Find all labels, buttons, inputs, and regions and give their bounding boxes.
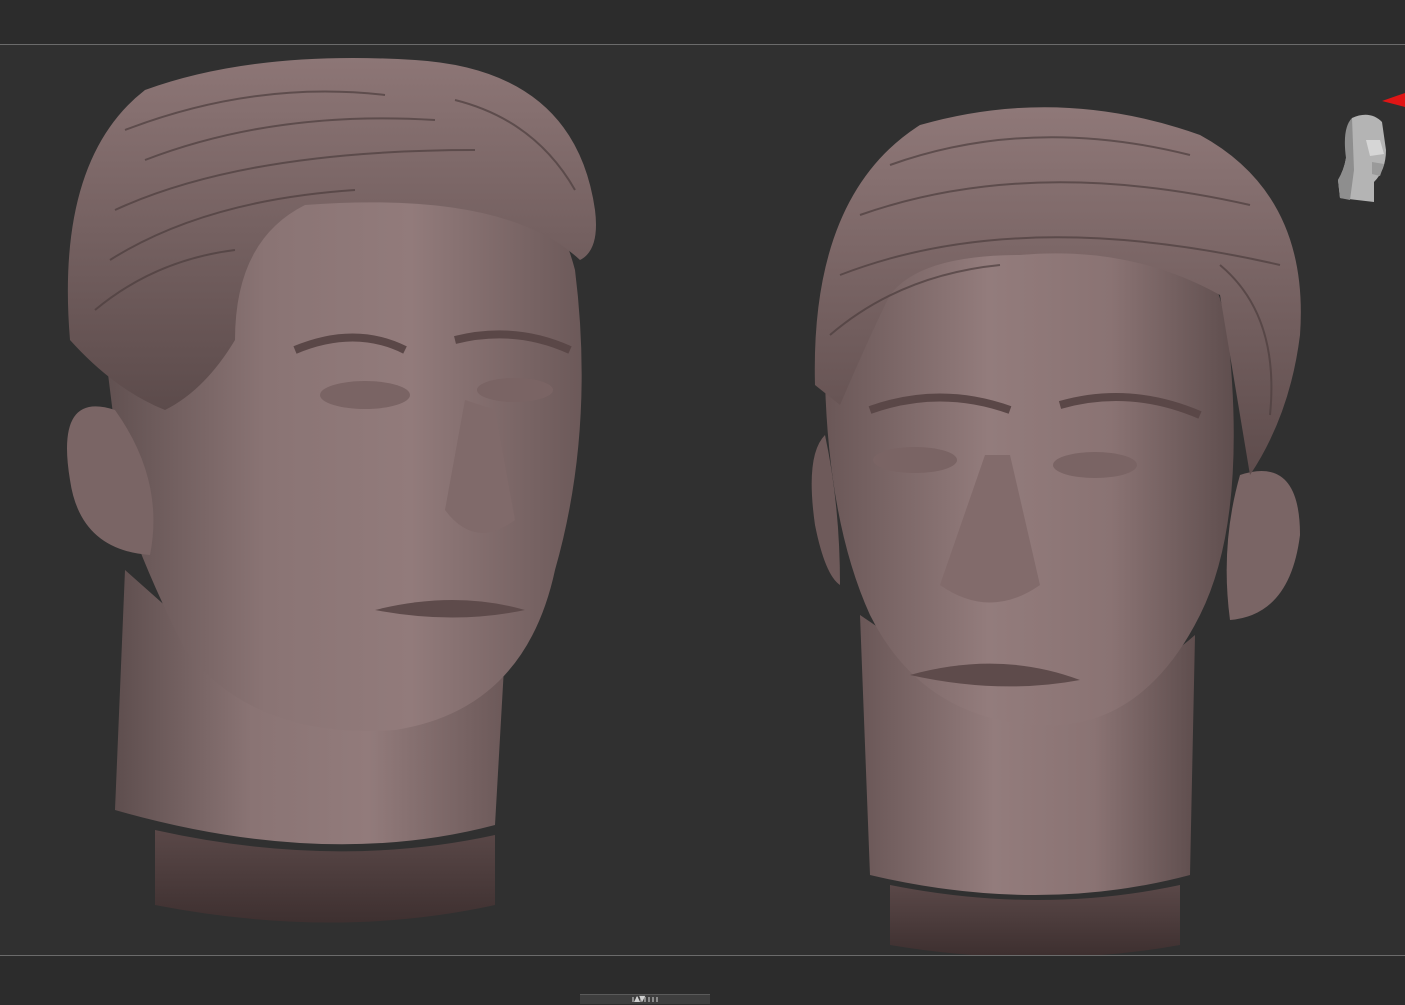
- ear-shape: [1226, 471, 1300, 620]
- sculpt-bust-front[interactable]: [800, 55, 1320, 965]
- tray-arrows-icon[interactable]: ▲▼: [634, 995, 645, 1003]
- eye-left: [873, 447, 957, 473]
- sculpt-bust-three-quarter[interactable]: [55, 10, 615, 940]
- eye-right: [1053, 452, 1137, 478]
- tray-resize-handle-icon[interactable]: [580, 994, 710, 1004]
- head-navigation-cube-icon[interactable]: [1330, 110, 1400, 215]
- viewport-canvas[interactable]: [0, 45, 1405, 958]
- zbrush-window: ▲▼: [0, 0, 1405, 1005]
- red-triangle-icon[interactable]: [1382, 93, 1405, 113]
- eye-left: [320, 381, 410, 409]
- neck-base-shape: [890, 885, 1180, 958]
- eye-right: [477, 378, 553, 402]
